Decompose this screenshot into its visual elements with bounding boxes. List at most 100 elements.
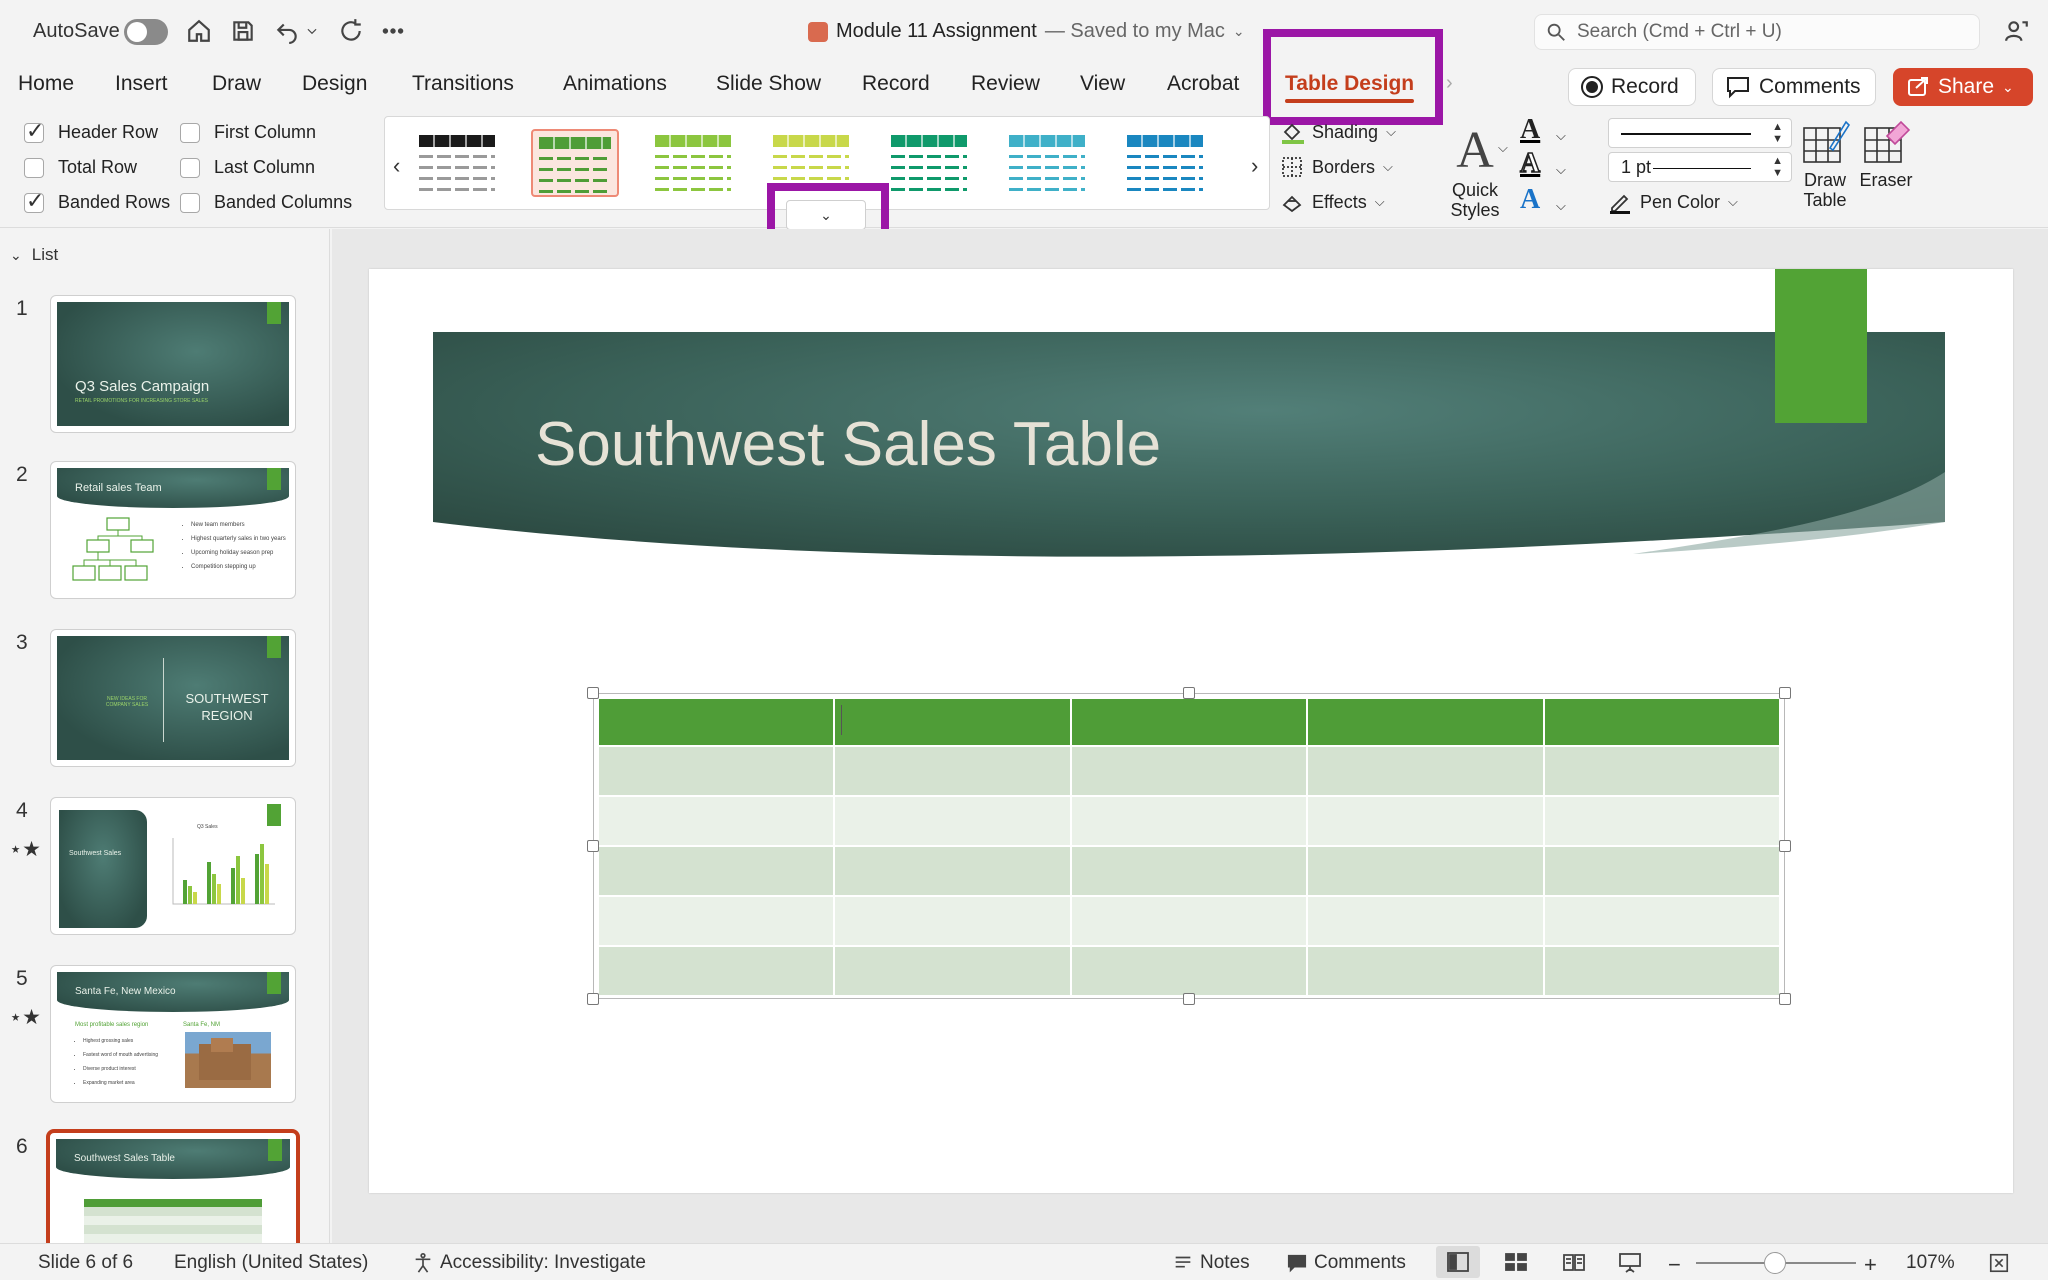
pen-style-select[interactable]: ▲ ▼ xyxy=(1608,118,1792,148)
resize-handle-right[interactable] xyxy=(1779,840,1791,852)
tab-view[interactable]: View xyxy=(1080,72,1125,96)
header-row-checkbox[interactable] xyxy=(24,119,44,144)
draw-table-button[interactable]: Draw Table xyxy=(1795,118,1855,210)
tab-design[interactable]: Design xyxy=(302,72,367,96)
resize-handle-bottom[interactable] xyxy=(1183,993,1195,1005)
pen-weight-select[interactable]: 1 pt ▲ ▼ xyxy=(1608,152,1792,182)
zoom-in-button[interactable]: + xyxy=(1864,1252,1877,1278)
resize-handle-left[interactable] xyxy=(587,840,599,852)
borders-button[interactable]: Borders ⌵ xyxy=(1280,155,1393,179)
total-row-option[interactable]: Total Row xyxy=(24,157,137,178)
slideshow-view-button[interactable] xyxy=(1608,1246,1652,1278)
table-style-thumbnail[interactable] xyxy=(413,129,501,197)
slide-thumbnail-1[interactable]: Q3 Sales Campaign RETAIL PROMOTIONS FOR … xyxy=(50,295,296,433)
slide-thumbnail-5[interactable]: Santa Fe, New Mexico Most profitable sal… xyxy=(50,965,296,1103)
stepper-icon[interactable]: ▲ ▼ xyxy=(1772,155,1783,179)
chevron-down-icon[interactable]: ⌵ xyxy=(1556,198,1566,214)
resize-handle-bottom-left[interactable] xyxy=(587,993,599,1005)
tab-transitions[interactable]: Transitions xyxy=(412,72,514,96)
first-column-checkbox[interactable] xyxy=(180,122,200,143)
fit-to-window-button[interactable] xyxy=(1988,1252,2010,1274)
slides-list-header[interactable]: ⌄ List xyxy=(10,245,58,265)
banded-columns-option[interactable]: Banded Columns xyxy=(180,192,352,213)
reading-view-button[interactable] xyxy=(1552,1246,1596,1278)
zoom-slider-thumb[interactable] xyxy=(1764,1252,1786,1274)
quick-styles-button[interactable]: A Quick Styles xyxy=(1440,122,1510,220)
table-style-thumbnail[interactable] xyxy=(531,129,619,197)
resize-handle-bottom-right[interactable] xyxy=(1779,993,1791,1005)
resize-handle-top-right[interactable] xyxy=(1779,687,1791,699)
text-outline-icon[interactable]: A xyxy=(1519,147,1541,180)
tab-slide-show[interactable]: Slide Show xyxy=(716,72,821,96)
tab-insert[interactable]: Insert xyxy=(115,72,168,96)
last-column-option[interactable]: Last Column xyxy=(180,157,315,178)
banded-columns-checkbox[interactable] xyxy=(180,192,200,213)
table-style-thumbnail[interactable] xyxy=(885,129,973,197)
slide-sorter-view-button[interactable] xyxy=(1494,1246,1538,1278)
share-profile-icon[interactable] xyxy=(2000,14,2034,48)
home-icon[interactable] xyxy=(182,14,216,48)
chevron-down-icon[interactable]: ⌵ xyxy=(1556,128,1566,144)
tab-record[interactable]: Record xyxy=(862,72,930,96)
record-button[interactable]: Record xyxy=(1568,68,1696,106)
stepper-icon[interactable]: ▲ ▼ xyxy=(1772,121,1783,145)
table-style-thumbnail[interactable] xyxy=(649,129,737,197)
banded-rows-checkbox[interactable] xyxy=(24,189,44,214)
slide-thumbnail-2[interactable]: Retail sales Team New team members Highe… xyxy=(50,461,296,599)
search-input[interactable] xyxy=(1577,21,1957,43)
slide-5-column-heading: Most profitable sales region xyxy=(75,1022,149,1028)
search-box[interactable] xyxy=(1534,14,1980,50)
slide-title[interactable]: Southwest Sales Table xyxy=(535,409,1161,480)
slide-5-title: Santa Fe, New Mexico xyxy=(75,986,176,997)
total-row-checkbox[interactable] xyxy=(24,157,44,178)
table-style-thumbnail[interactable] xyxy=(1003,129,1091,197)
tab-review[interactable]: Review xyxy=(971,72,1040,96)
chevron-down-icon[interactable]: ⌵ xyxy=(1556,162,1566,178)
redo-icon[interactable] xyxy=(334,14,368,48)
document-title[interactable]: Module 11 Assignment — Saved to my Mac ⌄ xyxy=(808,20,1245,43)
comments-status-button[interactable]: Comments xyxy=(1286,1252,1406,1274)
normal-view-button[interactable] xyxy=(1436,1246,1480,1278)
first-column-option[interactable]: First Column xyxy=(180,122,316,143)
chevron-down-icon[interactable]: ⌵ xyxy=(1498,140,1508,156)
text-effects-icon[interactable]: A xyxy=(1520,184,1540,216)
current-slide[interactable]: Southwest Sales Table xyxy=(369,269,2013,1193)
zoom-out-button[interactable]: − xyxy=(1668,1252,1681,1278)
notes-label: Notes xyxy=(1200,1252,1250,1273)
notes-button[interactable]: Notes xyxy=(1172,1252,1250,1274)
shading-button[interactable]: Shading ⌵ xyxy=(1280,120,1396,144)
tab-home[interactable]: Home xyxy=(18,72,74,96)
last-column-checkbox[interactable] xyxy=(180,157,200,178)
comments-button[interactable]: Comments xyxy=(1712,68,1876,106)
slide-thumbnail-6[interactable]: Southwest Sales Table xyxy=(46,1129,300,1243)
slide-thumbnail-3[interactable]: NEW IDEAS FOR COMPANY SALES SOUTHWEST RE… xyxy=(50,629,296,767)
autosave-toggle[interactable] xyxy=(124,19,168,45)
eraser-button[interactable]: Eraser xyxy=(1856,118,1916,190)
text-fill-icon[interactable]: A xyxy=(1520,114,1540,146)
language-indicator[interactable]: English (United States) xyxy=(174,1252,368,1274)
gallery-expand-button[interactable]: ⌄ xyxy=(786,200,866,230)
resize-handle-top-left[interactable] xyxy=(587,687,599,699)
undo-icon[interactable] xyxy=(270,14,304,48)
tab-draw[interactable]: Draw xyxy=(212,72,261,96)
zoom-level[interactable]: 107% xyxy=(1906,1252,1955,1274)
effects-button[interactable]: Effects ⌵ xyxy=(1280,190,1385,214)
chevron-right-icon[interactable]: › xyxy=(1446,72,1453,95)
share-button[interactable]: Share ⌄ xyxy=(1893,68,2033,106)
resize-handle-top[interactable] xyxy=(1183,687,1195,699)
header-row-option[interactable]: Header Row xyxy=(24,119,158,144)
gallery-scroll-left-icon[interactable]: ‹ xyxy=(393,153,400,179)
tab-animations[interactable]: Animations xyxy=(563,72,667,96)
banded-rows-option[interactable]: Banded Rows xyxy=(24,189,170,214)
table-object[interactable] xyxy=(587,687,1791,1005)
table-style-thumbnail[interactable] xyxy=(1121,129,1209,197)
pen-color-button[interactable]: Pen Color ⌵ xyxy=(1608,190,1738,214)
accessibility-checker[interactable]: Accessibility: Investigate xyxy=(412,1252,646,1274)
gallery-scroll-right-icon[interactable]: › xyxy=(1251,153,1258,179)
tab-acrobat[interactable]: Acrobat xyxy=(1167,72,1239,96)
undo-dropdown-chevron-icon[interactable] xyxy=(302,14,322,48)
more-options-icon[interactable] xyxy=(376,14,410,48)
slide-divider xyxy=(163,658,164,742)
slide-thumbnail-4[interactable]: Southwest Sales Q3 Sales xyxy=(50,797,296,935)
save-icon[interactable] xyxy=(226,14,260,48)
